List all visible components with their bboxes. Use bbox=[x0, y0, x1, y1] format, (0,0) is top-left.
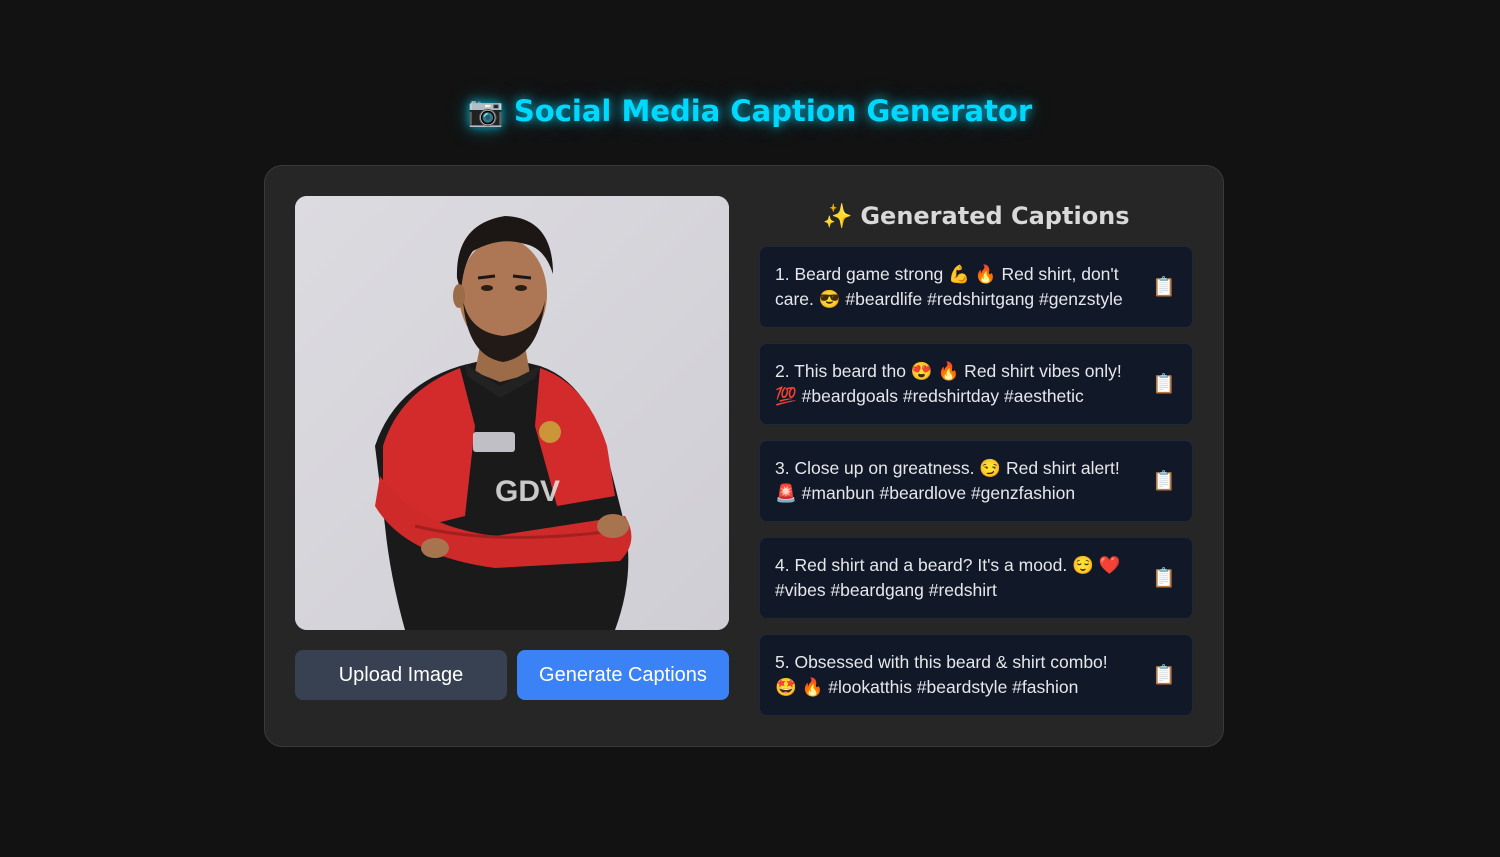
caption-item: 3. Close up on greatness. 😏 Red shirt al… bbox=[759, 440, 1193, 522]
caption-item: 1. Beard game strong 💪 🔥 Red shirt, don'… bbox=[759, 246, 1193, 328]
caption-text: 1. Beard game strong 💪 🔥 Red shirt, don'… bbox=[775, 264, 1123, 309]
image-panel: GDV Upload Image Generate Captions bbox=[295, 196, 729, 700]
page-title: 📷 Social Media Caption Generator bbox=[0, 94, 1500, 129]
caption-text: 2. This beard tho 😍 🔥 Red shirt vibes on… bbox=[775, 361, 1122, 406]
caption-text: 4. Red shirt and a beard? It's a mood. 😌… bbox=[775, 555, 1121, 600]
camera-icon: 📷 bbox=[467, 94, 504, 128]
action-buttons: Upload Image Generate Captions bbox=[295, 650, 729, 700]
caption-item: 4. Red shirt and a beard? It's a mood. 😌… bbox=[759, 537, 1193, 619]
caption-text: 5. Obsessed with this beard & shirt comb… bbox=[775, 652, 1108, 697]
caption-list: 1. Beard game strong 💪 🔥 Red shirt, don'… bbox=[759, 246, 1193, 716]
svg-text:GDV: GDV bbox=[495, 475, 560, 508]
caption-text: 3. Close up on greatness. 😏 Red shirt al… bbox=[775, 458, 1120, 503]
clipboard-icon[interactable]: 📋 bbox=[1150, 273, 1178, 301]
captions-heading: ✨ Generated Captions bbox=[759, 196, 1193, 246]
caption-item: 2. This beard tho 😍 🔥 Red shirt vibes on… bbox=[759, 343, 1193, 425]
captions-panel: ✨ Generated Captions 1. Beard game strong… bbox=[759, 196, 1193, 731]
generate-captions-button[interactable]: Generate Captions bbox=[517, 650, 729, 700]
sparkles-icon: ✨ bbox=[822, 202, 853, 230]
clipboard-icon[interactable]: 📋 bbox=[1150, 467, 1178, 495]
image-preview: GDV bbox=[295, 196, 729, 630]
generator-card: GDV Upload Image Generate Captions ✨ Gen… bbox=[264, 165, 1224, 747]
upload-image-button[interactable]: Upload Image bbox=[295, 650, 507, 700]
person-photo-illustration: GDV bbox=[295, 196, 729, 630]
caption-item: 5. Obsessed with this beard & shirt comb… bbox=[759, 634, 1193, 716]
page-title-text: Social Media Caption Generator bbox=[513, 94, 1033, 128]
clipboard-icon[interactable]: 📋 bbox=[1150, 370, 1178, 398]
clipboard-icon[interactable]: 📋 bbox=[1150, 564, 1178, 592]
captions-heading-text: Generated Captions bbox=[860, 202, 1130, 230]
clipboard-icon[interactable]: 📋 bbox=[1150, 661, 1178, 689]
